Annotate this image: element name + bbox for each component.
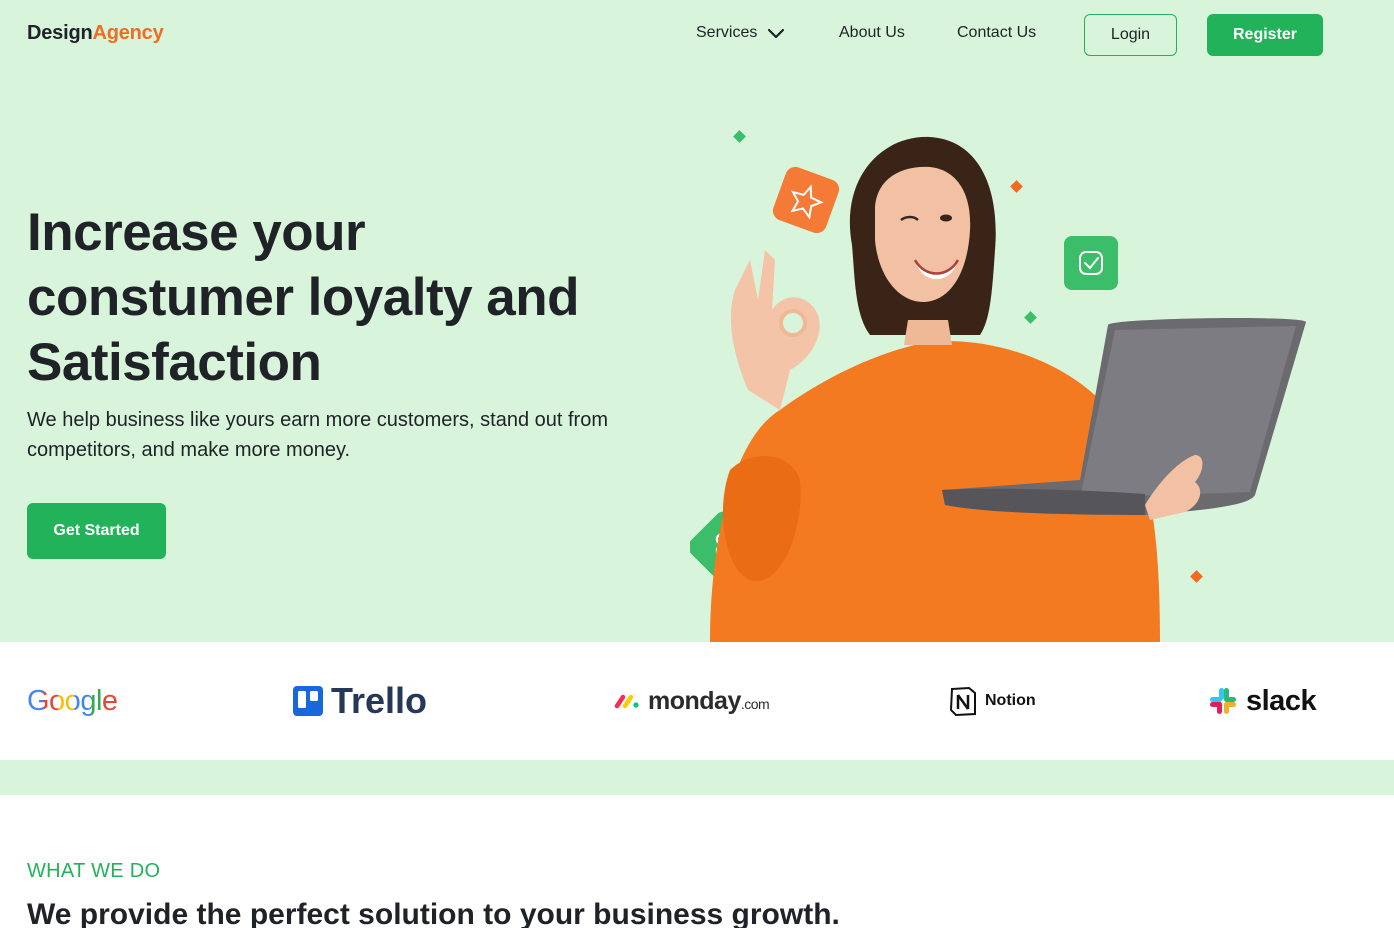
- nav-services-label: Services: [696, 24, 758, 41]
- diamond-decoration: [1190, 570, 1203, 583]
- nav-contact-us[interactable]: Contact Us: [957, 24, 1036, 42]
- logo-text-design: Design: [27, 22, 93, 44]
- diamond-decoration: [1010, 180, 1023, 193]
- slack-logo: slack: [1208, 642, 1317, 760]
- star-badge-icon: [772, 166, 840, 234]
- trello-logo: Trello: [293, 642, 427, 760]
- diamond-decoration: [1024, 311, 1037, 324]
- hero-section: DesignAgency Services About Us Contact U…: [0, 0, 1394, 642]
- hero-heading-line1: Increase your: [27, 203, 366, 262]
- monday-icon: [614, 694, 639, 709]
- trello-logo-text: Trello: [331, 680, 428, 721]
- notion-icon: [949, 686, 976, 716]
- slack-icon: [1210, 688, 1236, 714]
- client-logos-strip: Google Trello monday.com Notion slack: [0, 642, 1394, 760]
- logo-text-agency: Agency: [92, 22, 164, 44]
- nav-about-us[interactable]: About Us: [839, 24, 905, 42]
- login-button[interactable]: Login: [1084, 14, 1177, 56]
- slack-logo-text: slack: [1246, 684, 1317, 717]
- check-badge-icon: [1064, 236, 1118, 290]
- section-divider-band: [0, 760, 1394, 795]
- notion-logo-text: Notion: [985, 692, 1036, 709]
- diamond-decoration: [733, 130, 746, 143]
- register-button[interactable]: Register: [1207, 14, 1323, 56]
- hero-heading: Increase your constumer loyalty and Sati…: [27, 200, 667, 395]
- nav-services[interactable]: Services: [696, 24, 785, 42]
- trello-icon: [293, 686, 323, 716]
- hero-illustration: [690, 130, 1306, 642]
- chevron-down-icon: [768, 28, 785, 39]
- notion-logo: Notion: [949, 642, 1036, 760]
- monday-logo: monday.com: [614, 642, 770, 760]
- section-eyebrow: WHAT WE DO: [27, 860, 161, 882]
- get-started-button[interactable]: Get Started: [27, 503, 166, 559]
- site-logo[interactable]: DesignAgency: [27, 22, 164, 45]
- hero-heading-line2: constumer loyalty and: [27, 268, 580, 327]
- google-logo: Google: [27, 642, 118, 760]
- monday-logo-text: monday.com: [648, 686, 770, 715]
- hero-heading-line3: Satisfaction: [27, 333, 322, 392]
- hero-subtitle: We help business like yours earn more cu…: [27, 409, 608, 461]
- section-title: We provide the perfect solution to your …: [27, 898, 840, 928]
- google-logo-text: Google: [27, 684, 118, 717]
- top-navbar: DesignAgency Services About Us Contact U…: [0, 0, 1394, 70]
